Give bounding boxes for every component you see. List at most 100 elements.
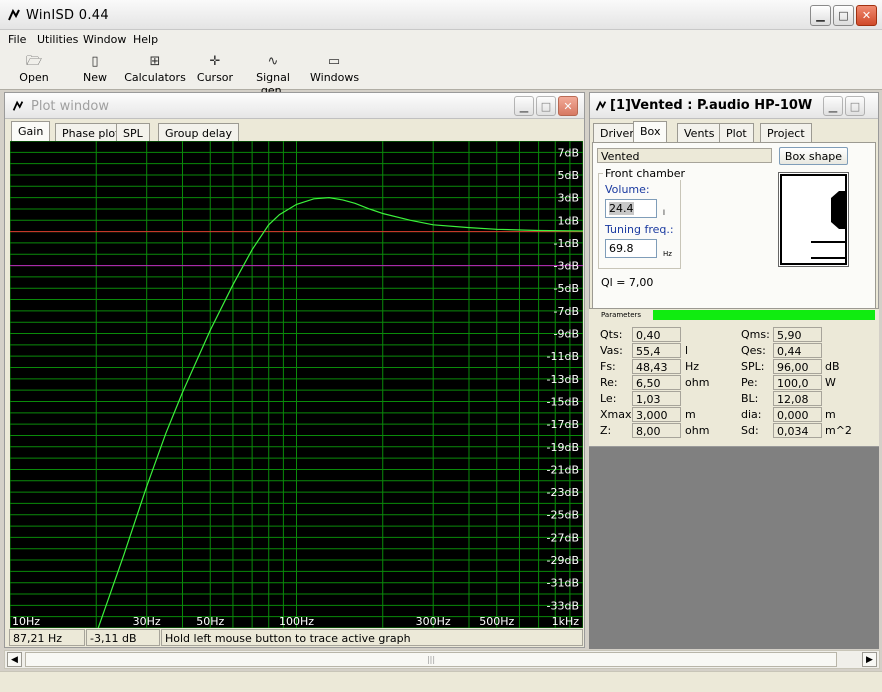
x-tick-label: 30Hz — [133, 615, 161, 628]
param-l-6-unit: ohm — [685, 424, 710, 437]
param-r-4-value: 12,08 — [773, 391, 822, 406]
plot-window-title: Plot window — [31, 99, 109, 114]
open-label: Open — [19, 71, 49, 84]
tab-project[interactable]: Project — [760, 123, 812, 142]
windows-label: Windows — [310, 71, 360, 84]
close-icon: ✕ — [861, 9, 872, 22]
y-tick-label: -23dB — [547, 486, 580, 499]
y-tick-label: 5dB — [557, 169, 579, 182]
menu-utilities[interactable]: Utilities — [37, 33, 78, 46]
box-minimize-button[interactable]: ▁ — [823, 96, 843, 116]
maximize-button[interactable]: □ — [833, 5, 854, 26]
scroll-left-button[interactable]: ◀ — [7, 652, 22, 667]
tab-plot[interactable]: Plot — [719, 123, 754, 142]
param-r-6-value: 0,034 — [773, 423, 822, 438]
horizontal-scrollbar[interactable]: ◀ ||| ▶ — [4, 650, 880, 669]
box-shape-preview — [778, 172, 849, 267]
y-tick-label: -11dB — [547, 350, 580, 363]
parameters-label: Parameters — [601, 311, 642, 319]
param-r-5-value: 0,000 — [773, 407, 822, 422]
param-r-0-value: 5,90 — [773, 327, 822, 342]
param-l-3-unit: ohm — [685, 376, 710, 389]
y-tick-label: -17dB — [547, 418, 580, 431]
menubar: File Utilities Window Help — [0, 30, 882, 50]
param-r-3-label: Pe: — [741, 376, 758, 389]
param-l-4-value: 1,03 — [632, 391, 681, 406]
param-r-2-value: 96,00 — [773, 359, 822, 374]
tuning-freq-input[interactable]: 69.8 — [605, 239, 657, 258]
scroll-thumb[interactable]: ||| — [25, 652, 837, 667]
calculators-button[interactable]: ⊞ Calculators — [124, 53, 186, 84]
minimize-button[interactable]: ▁ — [810, 5, 831, 26]
maximize-icon: □ — [540, 99, 552, 113]
plot-window-titlebar: Plot window ▁ □ ✕ — [5, 93, 584, 119]
box-window-icon — [595, 100, 607, 111]
tab-spl[interactable]: SPL — [116, 123, 150, 142]
x-tick-label: 300Hz — [416, 615, 451, 628]
signal-gen-button[interactable]: ∿ Signal gen. — [244, 53, 302, 97]
cursor-label: Cursor — [196, 71, 234, 84]
scroll-right-button[interactable]: ▶ — [862, 652, 877, 667]
box-tabs: Driver Box Vents Plot Project — [593, 121, 873, 142]
param-r-6-label: Sd: — [741, 424, 759, 437]
close-button[interactable]: ✕ — [856, 5, 877, 26]
calculators-label: Calculators — [124, 71, 186, 84]
param-l-5-unit: m — [685, 408, 696, 421]
windows-button[interactable]: ▭ Windows — [310, 53, 360, 84]
new-file-icon: ▯ — [91, 54, 99, 69]
status-hint: Hold left mouse button to trace active g… — [161, 629, 583, 646]
x-tick-label: 1kHz — [552, 615, 580, 628]
plot-window-icon — [12, 100, 24, 111]
box-window-titlebar: [1]Vented : P.audio HP-10W ▁ □ — [590, 93, 878, 119]
param-l-1-value: 55,4 — [632, 343, 681, 358]
param-r-1-value: 0,44 — [773, 343, 822, 358]
volume-input[interactable]: 24.4 — [605, 199, 657, 218]
param-r-1-label: Qes: — [741, 344, 766, 357]
param-l-6-label: Z: — [600, 424, 612, 437]
mdi-background — [589, 447, 879, 649]
menu-file[interactable]: File — [8, 33, 26, 46]
menu-help[interactable]: Help — [133, 33, 158, 46]
y-tick-label: -19dB — [547, 441, 580, 454]
volume-value: 24.4 — [609, 202, 634, 215]
tab-gain[interactable]: Gain — [11, 121, 51, 142]
plot-maximize-button[interactable]: □ — [536, 96, 556, 116]
open-button[interactable]: 🗁 Open — [14, 53, 54, 84]
y-tick-label: -5dB — [554, 282, 580, 295]
param-l-0-label: Qts: — [600, 328, 623, 341]
param-l-6-value: 8,00 — [632, 423, 681, 438]
gain-chart[interactable]: 7dB 5dB 3dB 1dB -1dB -3dB -5dB -7dB -9dB -11dB -13… — [10, 141, 583, 628]
ql-value: Ql = 7,00 — [601, 276, 654, 289]
maximize-icon: □ — [849, 99, 861, 113]
y-tick-label: -31dB — [547, 577, 580, 590]
tab-box[interactable]: Box — [633, 121, 668, 142]
front-chamber-label: Front chamber — [603, 167, 688, 180]
crosshair-icon: ✛ — [209, 54, 221, 69]
minimize-icon: ▁ — [816, 9, 825, 22]
y-tick-label: -7dB — [554, 305, 580, 318]
box-type-select[interactable]: Vented — [597, 148, 772, 163]
x-tick-label: 100Hz — [279, 615, 314, 628]
plot-minimize-button[interactable]: ▁ — [514, 96, 534, 116]
tab-group-delay[interactable]: Group delay — [158, 123, 240, 142]
cursor-button[interactable]: ✛ Cursor — [196, 53, 234, 84]
param-r-6-unit: m^2 — [825, 424, 852, 437]
param-r-3-value: 100,0 — [773, 375, 822, 390]
plot-tabs: Gain Phase plot SPL Group delay — [11, 121, 571, 142]
box-maximize-button[interactable]: □ — [845, 96, 865, 116]
param-l-2-value: 48,43 — [632, 359, 681, 374]
sine-wave-icon: ∿ — [267, 54, 279, 69]
box-shape-button[interactable]: Box shape — [779, 147, 848, 165]
new-button[interactable]: ▯ New — [76, 53, 114, 84]
param-r-4-label: BL: — [741, 392, 759, 405]
param-r-5-label: dia: — [741, 408, 762, 421]
tab-vents[interactable]: Vents — [677, 123, 722, 142]
app-titlebar: WinISD 0.44 ▁ □ ✕ — [0, 0, 882, 30]
menu-window[interactable]: Window — [83, 33, 126, 46]
y-tick-label: -33dB — [547, 599, 580, 612]
plot-close-button[interactable]: ✕ — [558, 96, 578, 116]
y-tick-label: -13dB — [547, 373, 580, 386]
y-tick-label: -1dB — [554, 237, 580, 250]
gain-plot[interactable]: 7dB 5dB 3dB 1dB -1dB -3dB -5dB -7dB -9dB -11dB -13… — [10, 141, 583, 628]
x-tick-label: 50Hz — [196, 615, 224, 628]
